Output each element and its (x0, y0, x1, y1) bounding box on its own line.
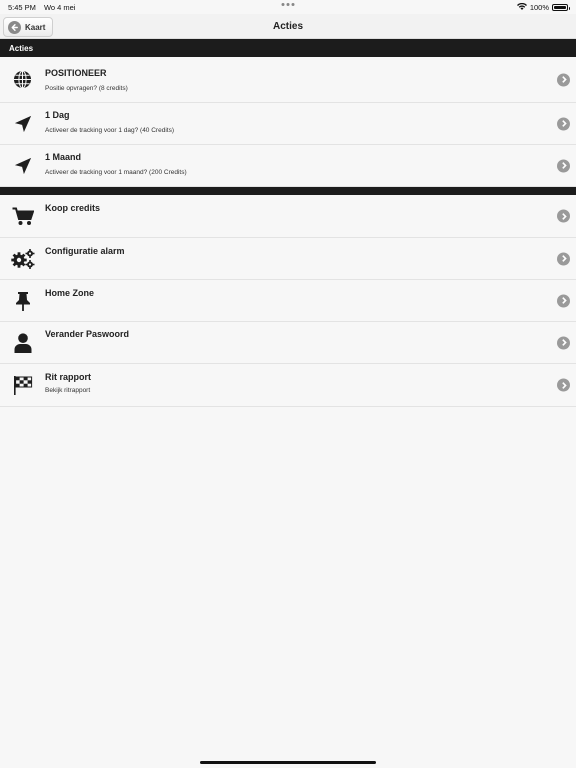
pushpin-icon (0, 280, 45, 321)
globe-icon (0, 57, 45, 102)
chevron-right-icon (557, 252, 570, 265)
item-title: Verander Paswoord (45, 329, 130, 339)
chevron-right-icon (557, 378, 570, 392)
item-title: POSITIONEER (45, 68, 107, 78)
user-icon (0, 322, 45, 363)
chevron-right-icon (557, 209, 570, 223)
multitasking-dots-icon[interactable] (281, 3, 295, 6)
list-item-positioneer[interactable]: POSITIONEER Positie opvragen? (8 credits… (0, 57, 576, 103)
list-item-rit-rapport[interactable]: Rit rapport Bekijk ritrapport (0, 364, 576, 407)
item-title: Rit rapport (45, 372, 91, 382)
item-title: 1 Dag (45, 110, 70, 120)
list-item-home-zone[interactable]: Home Zone (0, 280, 576, 322)
checkered-flag-icon (0, 364, 45, 406)
chevron-right-icon (557, 159, 570, 172)
wifi-icon (516, 3, 527, 10)
chevron-right-icon (557, 73, 570, 86)
shopping-cart-icon (0, 195, 45, 237)
navigation-bar: Kaart Acties (0, 14, 576, 39)
gears-icon (0, 238, 45, 279)
battery-icon (552, 3, 570, 11)
status-bar: 5:45 PM Wo 4 mei 100% (0, 0, 576, 14)
list-item-1-dag[interactable]: 1 Dag Activeer de tracking voor 1 dag? (… (0, 103, 576, 145)
home-indicator[interactable] (200, 761, 376, 764)
status-date: Wo 4 mei (43, 2, 76, 12)
back-button[interactable]: Kaart (3, 17, 54, 37)
item-title: 1 Maand (45, 152, 82, 162)
battery-percent: 100% (529, 2, 549, 12)
back-button-label: Kaart (25, 22, 46, 32)
item-title: Koop credits (45, 203, 101, 213)
chevron-right-icon (557, 294, 570, 307)
list-item-configuratie-alarm[interactable]: Configuratie alarm (0, 238, 576, 280)
item-subtitle: Activeer de tracking voor 1 dag? (40 Cre… (45, 127, 174, 134)
item-title: Configuratie alarm (45, 246, 125, 256)
location-arrow-icon (0, 145, 45, 186)
chevron-right-icon (557, 336, 570, 349)
item-subtitle: Positie opvragen? (8 credits) (45, 85, 128, 92)
page-title: Acties (272, 20, 303, 32)
list-item-1-maand[interactable]: 1 Maand Activeer de tracking voor 1 maan… (0, 145, 576, 187)
back-arrow-icon (8, 20, 21, 34)
chevron-right-icon (557, 117, 570, 130)
section-header-acties: Acties (0, 39, 576, 57)
status-time: 5:45 PM (8, 2, 36, 12)
item-subtitle: Bekijk ritrapport (45, 387, 91, 394)
section-divider (0, 187, 576, 195)
item-subtitle: Activeer de tracking voor 1 maand? (200 … (45, 169, 187, 176)
list-item-koop-credits[interactable]: Koop credits (0, 195, 576, 238)
item-title: Home Zone (45, 288, 95, 298)
list-item-verander-paswoord[interactable]: Verander Paswoord (0, 322, 576, 364)
location-arrow-icon (0, 103, 45, 144)
